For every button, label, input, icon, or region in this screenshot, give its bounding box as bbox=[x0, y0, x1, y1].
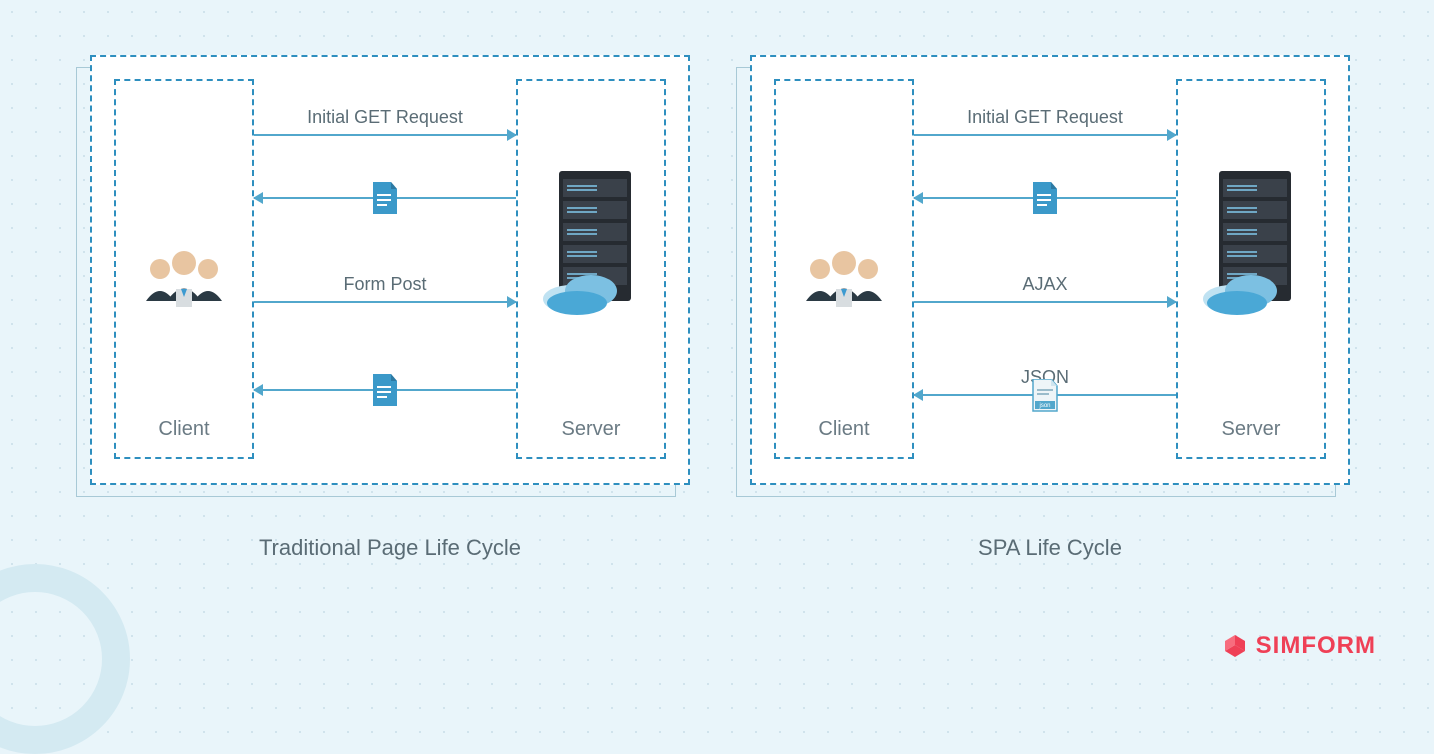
arrow-left-icon bbox=[254, 389, 516, 391]
arrow-right-icon bbox=[914, 301, 1176, 303]
server-icon bbox=[536, 171, 646, 321]
arrow-lane: Initial GET Request AJAX JSON bbox=[914, 79, 1176, 461]
users-icon bbox=[794, 241, 894, 311]
json-icon bbox=[1031, 379, 1059, 413]
server-node: Server bbox=[516, 79, 666, 459]
client-label: Client bbox=[158, 418, 209, 441]
doc-icon bbox=[371, 182, 399, 216]
flow-response-2 bbox=[254, 389, 516, 391]
brand-text: SIMFORM bbox=[1256, 632, 1376, 660]
panel-caption: Traditional Page Life Cycle bbox=[90, 535, 690, 561]
flow-json: JSON bbox=[914, 367, 1176, 396]
arrow-right-icon bbox=[914, 134, 1176, 136]
flow-response-1 bbox=[254, 197, 516, 199]
arrow-right-icon bbox=[254, 134, 516, 136]
panel-traditional: Client Server Initial GET Request bbox=[90, 55, 690, 561]
panel-spa: Client Server Initial GET Request bbox=[750, 55, 1350, 561]
doc-icon bbox=[1031, 182, 1059, 216]
flow-label: Initial GET Request bbox=[967, 107, 1123, 128]
panel-frame: Client Server Initial GET Request bbox=[750, 55, 1350, 485]
client-node: Client bbox=[114, 79, 254, 459]
server-node: Server bbox=[1176, 79, 1326, 459]
users-icon bbox=[134, 241, 234, 311]
flow-label: Initial GET Request bbox=[307, 107, 463, 128]
arrow-left-icon bbox=[254, 197, 516, 199]
flow-initial-get: Initial GET Request bbox=[254, 107, 516, 136]
panel-caption: SPA Life Cycle bbox=[750, 535, 1350, 561]
flow-ajax: AJAX bbox=[914, 274, 1176, 303]
server-label: Server bbox=[562, 418, 621, 441]
arrow-right-icon bbox=[254, 301, 516, 303]
client-label: Client bbox=[818, 418, 869, 441]
diagram-stage: Client Server Initial GET Request bbox=[0, 0, 1434, 561]
server-label: Server bbox=[1222, 418, 1281, 441]
simform-mark-icon bbox=[1222, 633, 1248, 659]
brand-logo: SIMFORM bbox=[1222, 632, 1376, 660]
flow-response-1 bbox=[914, 197, 1176, 199]
arrow-left-icon bbox=[914, 197, 1176, 199]
server-icon bbox=[1196, 171, 1306, 321]
doc-icon bbox=[371, 374, 399, 408]
flow-label: AJAX bbox=[1022, 274, 1067, 295]
background-arc-decoration bbox=[0, 564, 130, 754]
client-node: Client bbox=[774, 79, 914, 459]
panel-frame: Client Server Initial GET Request bbox=[90, 55, 690, 485]
arrow-left-icon bbox=[914, 394, 1176, 396]
flow-form-post: Form Post bbox=[254, 274, 516, 303]
flow-initial-get: Initial GET Request bbox=[914, 107, 1176, 136]
arrow-lane: Initial GET Request Form Post bbox=[254, 79, 516, 461]
flow-label: Form Post bbox=[343, 274, 426, 295]
